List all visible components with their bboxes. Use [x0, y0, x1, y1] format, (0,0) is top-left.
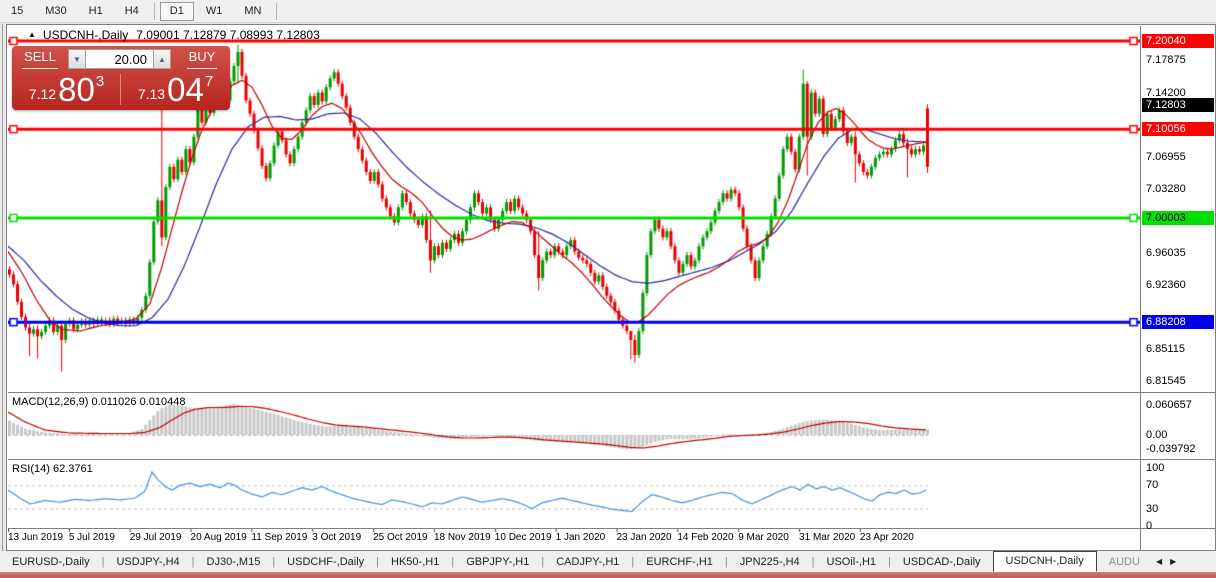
date-axis-label: 20 Aug 2019	[190, 532, 247, 543]
buy-price-prefix: 7.13	[137, 86, 166, 102]
tabs-scroll-left-icon[interactable]: ◀	[1152, 557, 1166, 566]
symbol-tab-usdcnh-daily[interactable]: USDCNH-,Daily	[992, 551, 1097, 572]
rsi-axis-label: 30	[1146, 502, 1159, 515]
timeframe-button-mn[interactable]: MN	[234, 2, 271, 21]
buy-price-main: 04	[167, 71, 204, 108]
price-axis-label: 6.81545	[1146, 375, 1186, 387]
rsi-axis-label: 70	[1146, 479, 1159, 492]
rsi-pane-separator[interactable]	[8, 459, 1216, 460]
price-axis-label: 7.17875	[1146, 54, 1186, 67]
sell-price-prefix: 7.12	[28, 86, 57, 102]
price-axis-label: 7.03280	[1146, 183, 1186, 196]
date-axis-label: 18 Nov 2019	[433, 532, 491, 543]
sell-price-main: 80	[58, 71, 95, 108]
symbol-tab-cadjpy-h1[interactable]: CADJPY-,H1	[544, 554, 631, 570]
price-axis-tag: 6.88208	[1142, 315, 1214, 330]
sell-button[interactable]: SELL	[12, 49, 68, 69]
price-axis-tag: 7.00003	[1142, 210, 1214, 225]
date-axis-label: 14 Feb 2020	[677, 532, 734, 543]
symbol-tab-usdcad-daily[interactable]: USDCAD-,Daily	[891, 554, 993, 570]
date-axis-label: 23 Jan 2020	[616, 532, 672, 543]
timeframe-toolbar: 15 M30 H1 H4 D1 W1 MN	[0, 0, 1216, 23]
buy-price-display[interactable]: 7.13 04 7	[123, 71, 228, 108]
volume-spinner: ▼ ▲	[68, 49, 174, 69]
date-axis-label: 10 Dec 2019	[494, 532, 552, 543]
date-axis-label: 31 Mar 2020	[799, 532, 856, 543]
macd-axis-label: 0.060657	[1146, 398, 1192, 411]
symbol-tab-eurchf-h1[interactable]: EURCHF-,H1	[634, 554, 725, 570]
timeframe-button-15[interactable]: 15	[1, 2, 33, 21]
date-axis-label: 1 Jan 2020	[555, 532, 606, 543]
date-axis-separator	[8, 528, 1216, 529]
symbol-tab-eurusd-daily[interactable]: EURUSD-,Daily	[0, 554, 102, 570]
chart-ohlc-values: 7.09001 7.12879 7.08993 7.12803	[136, 27, 320, 42]
price-axis-label: 6.92360	[1146, 279, 1186, 292]
price-axis-label: 7.14200	[1146, 86, 1186, 99]
tabs-scroll-right-icon[interactable]: ▶	[1166, 557, 1180, 566]
bottom-strip	[0, 572, 1216, 578]
mt4-window: 15 M30 H1 H4 D1 W1 MN ▲ USDCNH-,Daily 7.09001 …	[0, 0, 1216, 578]
price-axis-tag: 7.20040	[1142, 34, 1214, 48]
toolbar-separator	[153, 2, 155, 20]
date-axis-label: 29 Jul 2019	[129, 532, 182, 543]
timeframe-button-d1[interactable]: D1	[159, 1, 194, 21]
buy-price-sup: 7	[204, 73, 214, 90]
collapse-triangle-icon[interactable]: ▲	[28, 30, 36, 39]
timeframe-button-m30[interactable]: M30	[35, 2, 76, 21]
date-axis-label: 9 Mar 2020	[738, 532, 789, 543]
timeframe-button-h4[interactable]: H4	[115, 2, 149, 21]
symbol-tab-jpn225-h4[interactable]: JPN225-,H4	[728, 554, 812, 570]
macd-axis-label: -0.039792	[1146, 443, 1196, 455]
date-axis-label: 5 Jul 2019	[68, 532, 115, 543]
sell-price-sup: 3	[95, 73, 105, 90]
one-click-trading-panel: SELL ▼ ▲ BUY 7.12 80 3 7.13 04 7	[12, 46, 230, 110]
macd-pane-separator[interactable]	[8, 392, 1216, 393]
price-axis-label: 6.85115	[1146, 343, 1185, 356]
symbol-tab-gbpjpy-h1[interactable]: GBPJPY-,H1	[454, 554, 541, 570]
rsi-indicator-label: RSI(14) 62.3761	[12, 463, 93, 475]
symbol-tab-hk50-h1[interactable]: HK50-,H1	[379, 554, 451, 570]
volume-input[interactable]	[86, 49, 153, 69]
symbol-tab-bar: EURUSD-,Daily | USDJPY-,H4 | DJ30-,M15 | USDCH…	[0, 551, 1216, 572]
price-axis-tag: 7.10056	[1142, 122, 1214, 137]
symbol-tab-dj30-m15[interactable]: DJ30-,M15	[195, 554, 273, 570]
timeframe-button-h1[interactable]: H1	[79, 2, 113, 21]
price-divider	[120, 74, 121, 105]
buy-button[interactable]: BUY	[174, 49, 230, 69]
macd-indicator-label: MACD(12,26,9) 0.011026 0.010448	[12, 396, 186, 408]
toolbar-separator	[276, 2, 278, 20]
price-axis-border	[1140, 26, 1141, 550]
rsi-axis-label: 0	[1146, 520, 1153, 532]
price-axis-tag: 7.12803	[1142, 97, 1214, 112]
window-left-frame	[2, 24, 3, 551]
sell-price-display[interactable]: 7.12 80 3	[14, 71, 119, 108]
date-axis-label: 3 Oct 2019	[312, 532, 362, 543]
date-axis-label: 23 Apr 2020	[859, 532, 914, 543]
symbol-tab-usdchf-daily[interactable]: USDCHF-,Daily	[275, 554, 376, 570]
price-axis-label: 7.06955	[1146, 150, 1186, 163]
date-axis-label: 13 Jun 2019	[8, 532, 64, 543]
symbol-tab-overflow[interactable]: AUDU	[1097, 554, 1152, 570]
date-axis-label: 25 Oct 2019	[373, 532, 428, 543]
volume-decrease-button[interactable]: ▼	[68, 49, 86, 69]
rsi-axis-label: 100	[1146, 462, 1165, 474]
volume-increase-button[interactable]: ▲	[153, 49, 171, 69]
symbol-tab-usdjpy-h4[interactable]: USDJPY-,H4	[104, 554, 191, 570]
macd-axis-label: 0.00	[1146, 429, 1168, 441]
chart-symbol-period: USDCNH-,Daily	[42, 27, 129, 42]
date-axis-label: 11 Sep 2019	[251, 532, 308, 543]
symbol-tab-usoil-h1[interactable]: USOil-,H1	[815, 554, 889, 570]
chart-title: ▲ USDCNH-,Daily 7.09001 7.12879 7.08993 …	[28, 27, 320, 42]
timeframe-button-w1[interactable]: W1	[196, 2, 233, 21]
price-axis-label: 6.96035	[1146, 247, 1186, 260]
